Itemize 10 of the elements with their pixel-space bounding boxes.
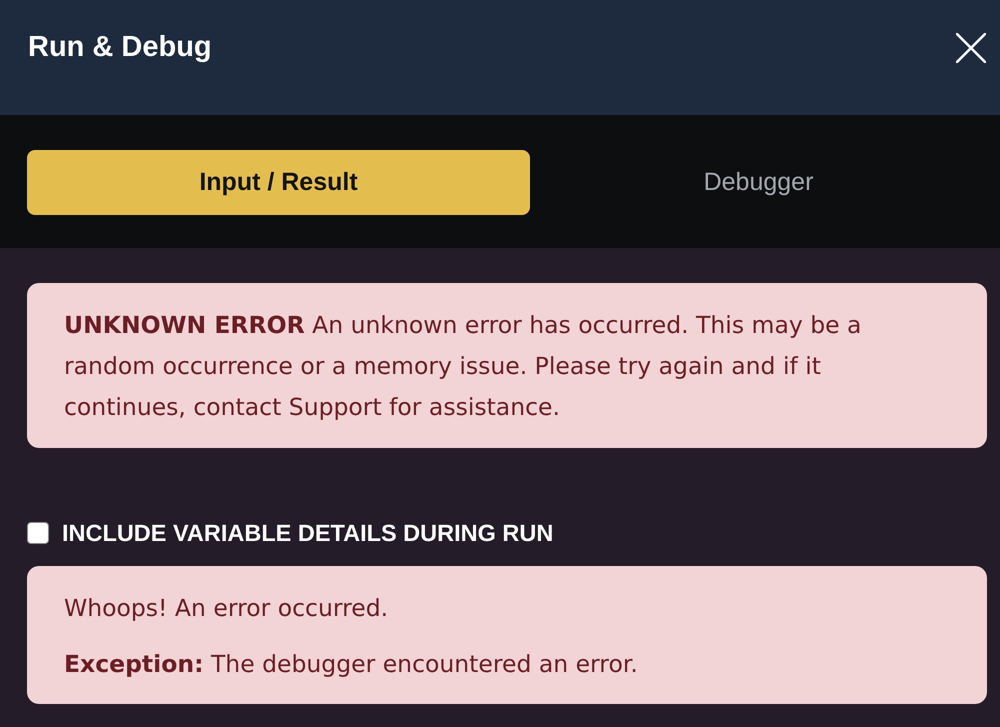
close-icon <box>956 33 986 63</box>
checkbox[interactable] <box>27 522 49 544</box>
close-button[interactable] <box>956 33 986 63</box>
window-title: Run & Debug <box>28 30 212 65</box>
output-message: Whoops! An error occurred. <box>64 593 390 624</box>
checkbox-label[interactable]: INCLUDE VARIABLE DETAILS DURING RUN <box>62 520 554 546</box>
output-message: Exception: The debugger encountered an error. <box>64 649 639 680</box>
tab[interactable]: Input / Result <box>27 150 530 215</box>
tab[interactable]: Debugger <box>530 150 987 215</box>
error-message: UNKNOWN ERROR An unknown error has occurred. This may be a random occurrence or a memory issue. Please try again and if it continues, contact Support for assistance. <box>64 310 862 423</box>
